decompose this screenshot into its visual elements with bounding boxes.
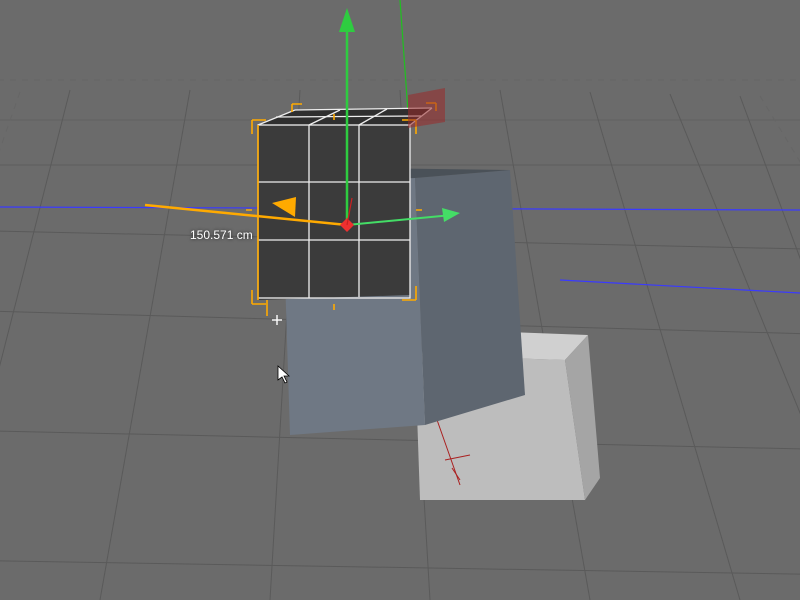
- view-icon: [408, 88, 445, 128]
- 3d-viewport[interactable]: 150.571 cm: [0, 0, 800, 600]
- measurement-readout: 150.571 cm: [190, 228, 253, 242]
- viewport-svg: [0, 0, 800, 600]
- cube-selected[interactable]: [246, 103, 436, 325]
- origin-cross-icon: [272, 315, 282, 325]
- world-axis-z: [560, 280, 800, 293]
